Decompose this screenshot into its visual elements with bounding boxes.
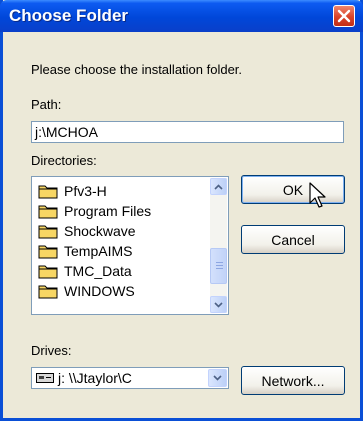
folder-icon bbox=[38, 185, 58, 198]
directory-item-label: Shockwave bbox=[64, 222, 136, 239]
directory-item[interactable]: Program Files bbox=[38, 201, 151, 220]
close-button[interactable] bbox=[333, 5, 355, 27]
directories-scrollbar[interactable] bbox=[210, 178, 227, 313]
cancel-button[interactable]: Cancel bbox=[241, 225, 345, 254]
drives-selected-value: j: \\Jtaylor\C bbox=[58, 370, 132, 386]
directory-item-label: TempAIMS bbox=[64, 242, 133, 259]
chevron-down-icon bbox=[213, 375, 222, 381]
chevron-up-icon bbox=[214, 183, 223, 190]
scroll-up-button[interactable] bbox=[210, 178, 227, 195]
drives-label: Drives: bbox=[31, 343, 72, 358]
scroll-thumb[interactable] bbox=[210, 248, 227, 284]
drives-dropdown-button[interactable] bbox=[208, 369, 227, 387]
folder-icon bbox=[38, 205, 58, 218]
directories-list[interactable]: Pfv3-H Program Files Shockwave TempAIMS … bbox=[31, 176, 229, 315]
directory-item-label: TMC_Data bbox=[64, 262, 132, 279]
instruction-text: Please choose the installation folder. bbox=[31, 62, 243, 77]
scroll-down-button[interactable] bbox=[210, 296, 227, 313]
directory-item-label: Program Files bbox=[64, 202, 152, 219]
mouse-cursor-icon bbox=[309, 182, 326, 208]
path-input[interactable]: j:\MCHOA bbox=[31, 121, 344, 143]
network-drive-icon bbox=[36, 373, 54, 383]
directory-item[interactable]: TempAIMS bbox=[38, 241, 132, 260]
directory-item-label: WINDOWS bbox=[64, 282, 135, 299]
directory-item-label: Pfv3-H bbox=[64, 182, 107, 199]
directory-item[interactable]: Pfv3-H bbox=[38, 181, 107, 200]
title-bar[interactable]: Choose Folder bbox=[0, 0, 363, 32]
window-title: Choose Folder bbox=[9, 6, 129, 25]
folder-icon bbox=[38, 285, 58, 298]
folder-icon bbox=[38, 265, 58, 278]
directory-item[interactable]: TMC_Data bbox=[38, 261, 132, 280]
network-button[interactable]: Network... bbox=[241, 366, 345, 395]
drives-select[interactable]: j: \\Jtaylor\C bbox=[31, 367, 229, 389]
ok-button[interactable]: OK bbox=[241, 175, 345, 204]
folder-icon bbox=[38, 245, 58, 258]
chevron-down-icon bbox=[214, 301, 223, 308]
directory-item[interactable]: Shockwave bbox=[38, 221, 136, 240]
path-label: Path: bbox=[31, 97, 62, 112]
directories-label: Directories: bbox=[31, 153, 97, 168]
folder-icon bbox=[38, 225, 58, 238]
close-icon bbox=[337, 9, 351, 23]
directory-item[interactable]: WINDOWS bbox=[38, 281, 135, 300]
